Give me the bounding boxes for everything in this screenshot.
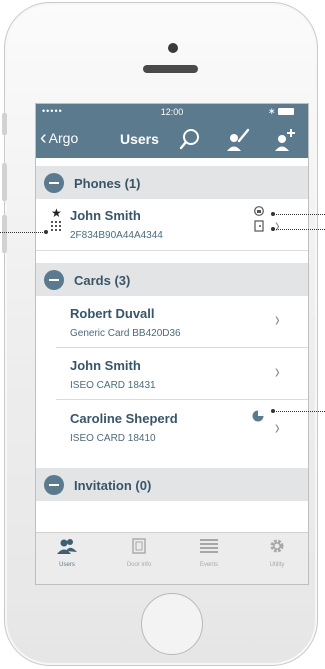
edit-user-icon[interactable] [226, 127, 250, 151]
card-detail: ISEO CARD 18410 [70, 433, 156, 444]
app-screen: ••••• 12:00 ∗ ‹ Argo Users Phones (1) ★ … [35, 103, 309, 585]
row-separator [36, 250, 308, 251]
section-phones-label: Phones (1) [74, 176, 141, 191]
card-detail: ISEO CARD 18431 [70, 380, 156, 391]
list-icon [200, 539, 218, 553]
chevron-right-icon[interactable]: › [275, 309, 280, 332]
back-label: Argo [48, 130, 79, 146]
phone-id: 2F834B90A44A4344 [70, 230, 163, 241]
navigation-bar: ‹ Argo Users [36, 120, 308, 158]
mute-switch [2, 113, 7, 135]
card-user-name: Robert Duvall [70, 306, 155, 321]
callout-line-left [0, 232, 45, 233]
tab-utility-label: Utility [269, 562, 285, 568]
callout-dot [44, 230, 48, 234]
back-chevron-icon: ‹ [40, 127, 47, 149]
back-button[interactable]: ‹ Argo [40, 128, 78, 148]
users-icon [57, 539, 77, 554]
tab-users-label: Users [59, 562, 75, 568]
list-item-card[interactable]: Caroline Sheperd ISEO CARD 18410 › [36, 400, 308, 454]
tab-events-label: Events [199, 562, 219, 568]
search-icon[interactable] [178, 127, 202, 151]
section-invitation[interactable]: Invitation (0) [36, 468, 308, 501]
section-phones[interactable]: Phones (1) [36, 166, 308, 199]
list-item-card[interactable]: John Smith ISEO CARD 18431 › [36, 348, 308, 400]
section-invitation-label: Invitation (0) [74, 478, 152, 493]
callout-dot [271, 409, 275, 413]
front-camera [168, 43, 178, 53]
card-user-name: John Smith [70, 358, 141, 373]
list-item-phone[interactable]: ★ John Smith 2F834B90A44A4344 › [36, 199, 308, 251]
card-detail: Generic Card BB420D36 [70, 328, 181, 339]
tab-utility[interactable]: Utility [250, 538, 304, 568]
collapse-icon[interactable] [44, 270, 64, 290]
phone-user-name: John Smith [70, 208, 141, 223]
list-item-card[interactable]: Robert Duvall Generic Card BB420D36 › [36, 296, 308, 348]
callout-line-door [273, 229, 325, 230]
collapse-icon[interactable] [44, 475, 64, 495]
battery-icon [278, 108, 294, 115]
section-cards[interactable]: Cards (3) [36, 263, 308, 296]
star-icon: ★ [51, 206, 62, 220]
chevron-right-icon[interactable]: › [275, 361, 280, 384]
tab-door-info[interactable]: Door info [112, 538, 166, 568]
callout-line-time [273, 411, 325, 412]
callout-dot [271, 212, 275, 216]
gear-icon [270, 539, 284, 553]
door-icon [132, 538, 146, 554]
collapse-icon[interactable] [44, 173, 64, 193]
keypad-icon [51, 221, 61, 231]
lock-status-icon [254, 206, 264, 216]
page-title: Users [120, 131, 159, 147]
chevron-right-icon[interactable]: › [275, 215, 280, 238]
add-user-icon[interactable] [272, 127, 296, 151]
card-user-name: Caroline Sheperd [70, 411, 178, 426]
volume-down-button [2, 215, 7, 253]
tab-bar: Users Door info Events Utility [36, 532, 308, 584]
home-button[interactable] [141, 593, 203, 655]
status-bar: ••••• 12:00 ∗ [36, 104, 308, 120]
bluetooth-icon: ∗ [268, 106, 276, 116]
volume-up-button [2, 163, 7, 201]
callout-dot [271, 227, 275, 231]
iphone-frame: ••••• 12:00 ∗ ‹ Argo Users Phones (1) ★ … [2, 2, 318, 666]
chevron-right-icon[interactable]: › [275, 417, 280, 440]
tab-events[interactable]: Events [182, 538, 236, 568]
tab-door-info-label: Door info [126, 562, 152, 568]
time-restriction-icon [252, 410, 264, 422]
door-status-icon [254, 220, 264, 232]
earpiece-speaker [143, 65, 198, 73]
tab-users[interactable]: Users [40, 538, 94, 568]
callout-line-lock [273, 214, 325, 215]
section-cards-label: Cards (3) [74, 273, 131, 288]
